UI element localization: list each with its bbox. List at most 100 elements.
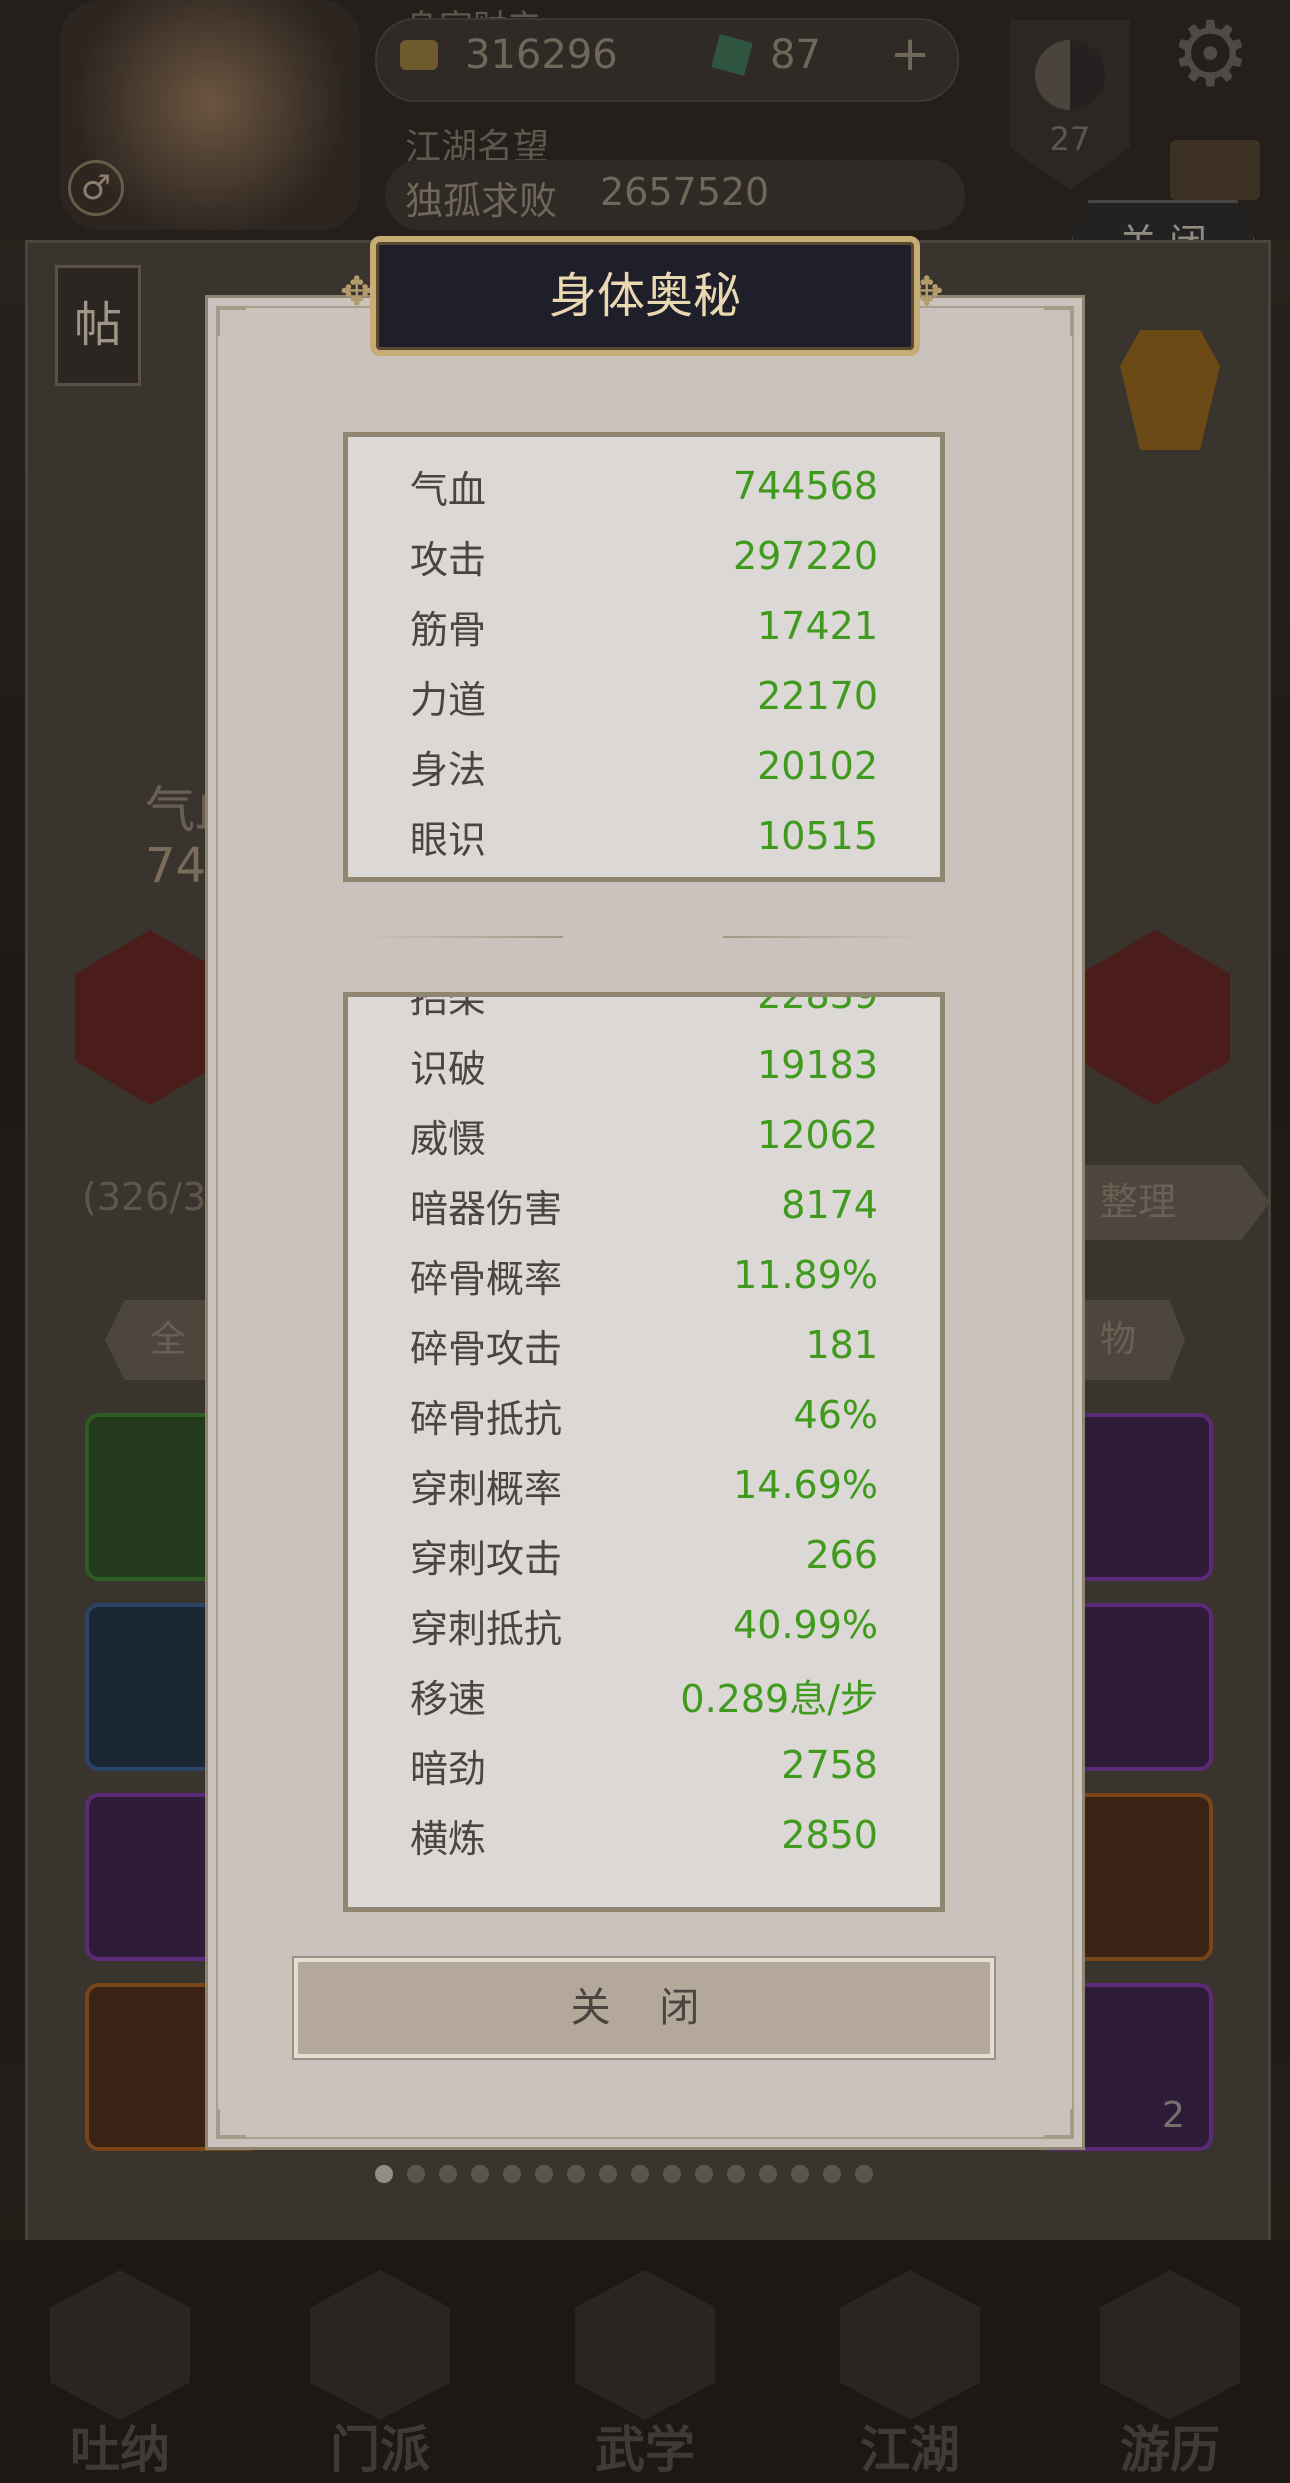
stat-row: 攻击 297220 [410, 521, 878, 591]
nav-label: 游历 [1120, 2421, 1220, 2479]
stat-row: 横炼 2850 [410, 1800, 878, 1870]
jade-amount: 87 [770, 32, 821, 78]
page-indicator [375, 2165, 873, 2185]
nav-sect-icon [310, 2270, 450, 2420]
stat-label: 横炼 [410, 1816, 487, 1861]
stat-row: 暗器伤害 8174 [410, 1170, 878, 1240]
nav-breathing[interactable]: 吐纳 [30, 2270, 210, 2479]
sort-button[interactable]: 整理 [1080, 1165, 1270, 1240]
stat-value: 2758 [781, 1743, 878, 1787]
page-dot [439, 2165, 457, 2183]
stat-row: 碎骨抵抗 46% [410, 1380, 878, 1450]
close-button[interactable]: 关 闭 [294, 1958, 994, 2058]
stat-row: 招架 22839 [410, 992, 878, 1030]
section-divider [363, 934, 923, 942]
nav-travel[interactable]: 游历 [1080, 2270, 1260, 2479]
stat-value: 19183 [757, 1043, 878, 1087]
nav-breathing-icon [50, 2270, 190, 2420]
nav-travel-icon [1100, 2270, 1240, 2420]
stat-label: 识破 [410, 1046, 487, 1091]
stat-value: 46% [793, 1393, 878, 1437]
stat-label: 眼识 [410, 817, 487, 862]
nav-martial-arts-icon [575, 2270, 715, 2420]
stat-value: 12062 [757, 1113, 878, 1157]
stat-value: 2850 [781, 1813, 878, 1857]
stat-label: 穿刺攻击 [410, 1536, 563, 1581]
page-dot [567, 2165, 585, 2183]
stat-label: 碎骨抵抗 [410, 1396, 563, 1441]
page-dot [503, 2165, 521, 2183]
stat-value: 8174 [781, 1183, 878, 1227]
stat-value: 22839 [757, 992, 878, 1017]
stat-value: 20102 [757, 744, 878, 788]
stat-label: 威慑 [410, 1116, 487, 1161]
stat-value: 17421 [757, 604, 878, 648]
gear-icon[interactable]: ⚙ [1170, 10, 1251, 100]
stat-label: 力道 [410, 677, 487, 722]
stat-value: 744568 [732, 464, 878, 508]
page-dot [631, 2165, 649, 2183]
page-dot [471, 2165, 489, 2183]
reputation-value: 2657520 [600, 170, 770, 214]
stat-value: 181 [805, 1323, 878, 1367]
nav-label: 门派 [330, 2421, 430, 2479]
mail-icon[interactable] [1170, 140, 1260, 200]
stat-label: 移速 [410, 1676, 487, 1721]
page-dot [823, 2165, 841, 2183]
reputation-title: 独孤求败 [405, 179, 558, 223]
page-dot [599, 2165, 617, 2183]
dialog-title-plaque: 身体奥秘 [370, 236, 920, 356]
yin-yang-level: 27 [1049, 120, 1091, 158]
stat-row: 威慑 12062 [410, 1100, 878, 1170]
frame-corner [216, 2109, 246, 2139]
stat-row: 气血 744568 [410, 451, 878, 521]
stat-label: 筋骨 [410, 607, 487, 652]
stat-value: 11.89% [733, 1253, 878, 1297]
yin-yang-icon [1035, 40, 1105, 110]
male-icon: ♂ [68, 160, 124, 216]
stat-value: 10515 [757, 814, 878, 858]
filter-item-tab[interactable]: 物 [1080, 1300, 1185, 1380]
stat-row: 穿刺抵抗 40.99% [410, 1590, 878, 1660]
nav-martial-arts[interactable]: 武学 [555, 2270, 735, 2479]
nav-jianghu-icon [840, 2270, 980, 2420]
stat-value: 266 [805, 1533, 878, 1577]
stat-row: 识破 19183 [410, 1030, 878, 1100]
page-dot [855, 2165, 873, 2183]
page-dot [727, 2165, 745, 2183]
stat-label: 暗器伤害 [410, 1186, 563, 1231]
page-dot [695, 2165, 713, 2183]
stat-label: 穿刺概率 [410, 1466, 563, 1511]
frame-corner [216, 306, 246, 336]
stat-row: 眼识 10515 [410, 801, 878, 871]
stat-row: 移速 0.289息/步 [410, 1660, 878, 1730]
stat-label: 攻击 [410, 537, 487, 582]
secondary-stats-scroll-list[interactable]: 招架 22839 识破 19183 威慑 12062 暗器伤害 8174 碎骨概率 11.… [343, 992, 945, 1912]
stat-value: 0.289息/步 [680, 1676, 878, 1721]
stat-label: 暗劲 [410, 1746, 487, 1791]
nav-label: 江湖 [860, 2421, 960, 2479]
stat-label: 碎骨概率 [410, 1256, 563, 1301]
dialog-title: 身体奥秘 [548, 268, 741, 324]
stat-label: 穿刺抵抗 [410, 1606, 563, 1651]
page-dot [535, 2165, 553, 2183]
nav-sect[interactable]: 门派 [290, 2270, 470, 2479]
stat-row: 筋骨 17421 [410, 591, 878, 661]
stat-row: 身法 20102 [410, 731, 878, 801]
slot-item-count: 2 [1162, 2095, 1185, 2136]
nav-label: 武学 [595, 2421, 695, 2479]
stat-row: 碎骨攻击 181 [410, 1310, 878, 1380]
stat-row: 暗劲 2758 [410, 1730, 878, 1800]
stat-value: 40.99% [733, 1603, 878, 1647]
stat-row: 穿刺概率 14.69% [410, 1450, 878, 1520]
gold-amount: 316296 [465, 32, 618, 78]
add-currency-button[interactable]: + [890, 26, 930, 82]
post-button[interactable]: 帖 [55, 265, 141, 386]
stat-row: 穿刺攻击 266 [410, 1520, 878, 1590]
page-dot [663, 2165, 681, 2183]
stat-row: 力道 22170 [410, 661, 878, 731]
frame-corner [1044, 2109, 1074, 2139]
page-dot [791, 2165, 809, 2183]
stat-label: 身法 [410, 747, 487, 792]
nav-jianghu[interactable]: 江湖 [820, 2270, 1000, 2479]
